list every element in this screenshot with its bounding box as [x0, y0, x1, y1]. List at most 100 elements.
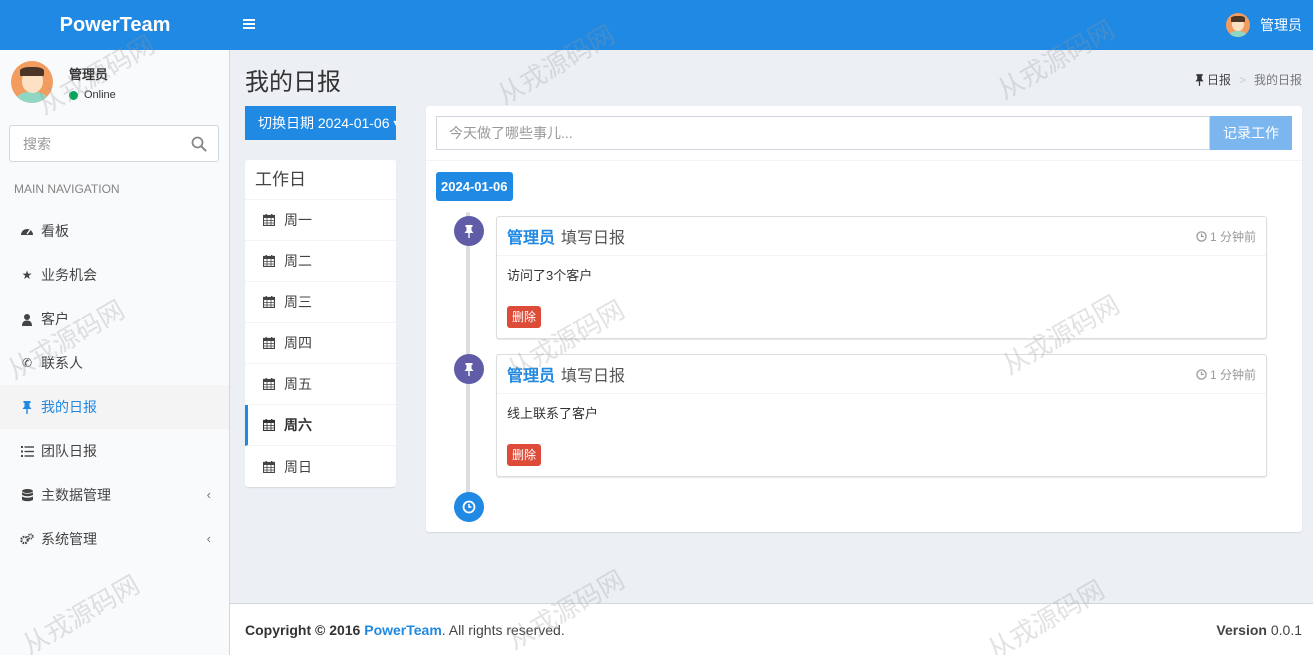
- version-label: Version: [1216, 622, 1267, 638]
- workdays-box: 工作日 周一 周二 周三 周四 周五 周六 周日: [245, 160, 396, 487]
- entry-author[interactable]: 管理员: [507, 224, 555, 248]
- sidebar-item-system[interactable]: 系统管理 ‹: [0, 517, 229, 561]
- sidebar-item-label: 主数据管理: [41, 487, 111, 503]
- date-label: 2024-01-06: [436, 172, 513, 201]
- entry-body: 访问了3个客户: [507, 268, 593, 283]
- top-header: PowerTeam 管理员: [0, 0, 1313, 50]
- sidebar-toggle-icon[interactable]: [242, 17, 256, 33]
- workday-item[interactable]: 周日: [245, 446, 396, 487]
- user-status-text: Online: [84, 89, 116, 101]
- delete-button[interactable]: 删除: [507, 444, 542, 466]
- calendar-icon: [263, 296, 275, 308]
- entry-body: 线上联系了客户: [507, 406, 599, 421]
- star-icon: ★: [21, 268, 33, 282]
- clock-icon: [1196, 231, 1207, 242]
- breadcrumb: 日报 > 我的日报: [1195, 71, 1302, 88]
- sidebar: 管理员 Online MAIN NAVIGATION 看板 ★ 业务机会 客户 …: [0, 50, 230, 655]
- switch-date-button[interactable]: 切换日期 2024-01-06 ▾: [245, 106, 396, 140]
- pin-icon: [454, 216, 484, 246]
- user-panel-name: 管理员: [69, 67, 109, 82]
- entry-time: 1 分钟前: [1196, 366, 1256, 383]
- copyright: Copyright © 2016 PowerTeam. All rights r…: [245, 622, 565, 638]
- sidebar-item-label: 系统管理: [41, 531, 97, 547]
- sidebar-item-label: 客户: [41, 311, 69, 327]
- workday-list: 周一 周二 周三 周四 周五 周六 周日: [245, 200, 396, 487]
- pin-icon: [20, 400, 34, 414]
- footer-brand-link[interactable]: PowerTeam: [364, 622, 442, 638]
- calendar-icon: [263, 337, 275, 349]
- sidebar-item-label: 团队日报: [41, 443, 97, 459]
- chevron-left-icon: ‹: [206, 487, 211, 502]
- sidebar-item-opportunities[interactable]: ★ 业务机会: [0, 253, 229, 297]
- clock-icon: [1196, 369, 1207, 380]
- sidebar-item-label: 联系人: [41, 355, 83, 371]
- footer: Copyright © 2016 PowerTeam. All rights r…: [230, 603, 1313, 655]
- search-icon[interactable]: [191, 136, 207, 152]
- user-icon: [20, 312, 34, 326]
- workday-label: 周二: [284, 253, 312, 269]
- copyright-rights: . All rights reserved.: [441, 622, 565, 638]
- sidebar-item-my-daily[interactable]: 我的日报: [0, 385, 229, 429]
- user-menu[interactable]: 管理员: [1226, 0, 1302, 50]
- sidebar-item-team-daily[interactable]: 团队日报: [0, 429, 229, 473]
- chevron-left-icon: ‹: [206, 531, 211, 546]
- clock-icon: [454, 492, 484, 522]
- list-icon: [20, 444, 34, 458]
- entry-author[interactable]: 管理员: [507, 362, 555, 386]
- workday-item[interactable]: 周五: [245, 364, 396, 405]
- timeline-item: 管理员 填写日报 1 分钟前 线上联系了客户 删除: [496, 354, 1267, 477]
- copyright-prefix: Copyright © 2016: [245, 622, 361, 638]
- sidebar-search: [9, 125, 219, 162]
- entry-time-text: 1 分钟前: [1209, 368, 1256, 382]
- app-logo[interactable]: PowerTeam: [0, 0, 230, 50]
- search-input[interactable]: [10, 126, 180, 161]
- workday-item[interactable]: 周四: [245, 323, 396, 364]
- timeline-item-header: 管理员 填写日报: [497, 217, 1266, 256]
- entry-action: 填写日报: [561, 368, 626, 385]
- workday-label: 周一: [284, 212, 312, 228]
- divider: [426, 160, 1302, 161]
- delete-button[interactable]: 删除: [507, 306, 542, 328]
- calendar-icon: [263, 255, 275, 267]
- avatar: [11, 61, 53, 103]
- content-header: 我的日报: [245, 62, 341, 97]
- workday-item[interactable]: 周二: [245, 241, 396, 282]
- page-title: 我的日报: [245, 69, 341, 96]
- breadcrumb-current: 我的日报: [1253, 73, 1302, 87]
- nav-header: MAIN NAVIGATION: [14, 182, 120, 196]
- entry-action: 填写日报: [561, 230, 626, 247]
- calendar-icon: [263, 460, 275, 473]
- daily-report-box: 记录工作 2024-01-06 管理员 填写日报 1 分钟前 访问了3个客户 删…: [426, 106, 1302, 532]
- sidebar-item-contacts[interactable]: ✆ 联系人: [0, 341, 229, 385]
- breadcrumb-separator: >: [1238, 72, 1246, 87]
- pin-icon: [1195, 73, 1204, 86]
- user-menu-name: 管理员: [1260, 17, 1302, 33]
- gears-icon: [20, 532, 34, 546]
- version-value: 0.0.1: [1270, 622, 1302, 638]
- report-input[interactable]: [436, 116, 1210, 150]
- workday-item-active[interactable]: 周六: [245, 405, 396, 446]
- entry-time-text: 1 分钟前: [1209, 230, 1256, 244]
- database-icon: [20, 488, 34, 502]
- sidebar-item-label: 业务机会: [41, 267, 97, 283]
- sidebar-item-dashboard[interactable]: 看板: [0, 209, 229, 253]
- workday-label: 周六: [284, 417, 312, 433]
- submit-report-button[interactable]: 记录工作: [1210, 116, 1292, 150]
- phone-icon: ✆: [21, 356, 33, 370]
- pin-icon: [454, 354, 484, 384]
- timeline-item: 管理员 填写日报 1 分钟前 访问了3个客户 删除: [496, 216, 1267, 339]
- workday-label: 周四: [284, 335, 312, 351]
- workdays-title: 工作日: [245, 160, 396, 200]
- sidebar-item-label: 我的日报: [41, 399, 97, 415]
- sidebar-item-master-data[interactable]: 主数据管理 ‹: [0, 473, 229, 517]
- sidebar-item-customers[interactable]: 客户: [0, 297, 229, 341]
- breadcrumb-parent[interactable]: 日报: [1207, 71, 1231, 88]
- workday-item[interactable]: 周一: [245, 200, 396, 241]
- online-dot-icon: [69, 90, 78, 100]
- version: Version 0.0.1: [1216, 622, 1302, 638]
- workday-label: 周五: [284, 376, 312, 392]
- workday-item[interactable]: 周三: [245, 282, 396, 323]
- dashboard-icon: [20, 224, 34, 238]
- avatar: [1226, 13, 1250, 37]
- workday-label: 周三: [284, 294, 312, 310]
